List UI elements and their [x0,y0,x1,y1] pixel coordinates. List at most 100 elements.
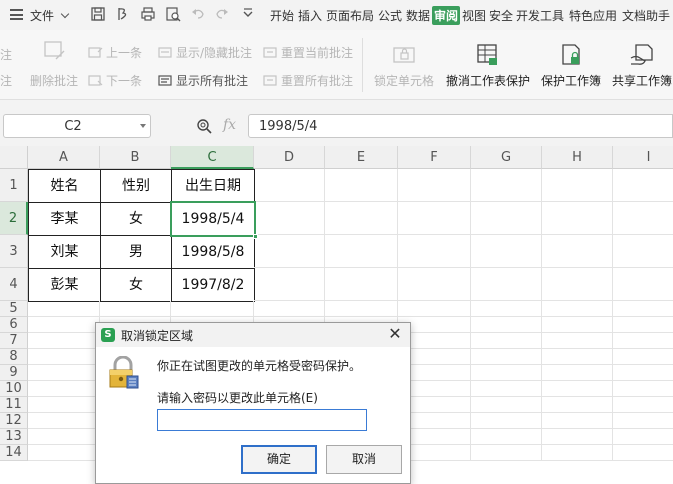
tab-developer[interactable]: 开发工具 [516,7,564,24]
cell-a14[interactable] [28,445,100,461]
cell-i3[interactable] [613,235,673,268]
cell-h11[interactable] [542,397,613,413]
zoom-icon[interactable] [196,118,213,135]
cell-g1[interactable] [471,169,542,202]
file-menu[interactable]: 文件 [30,7,70,24]
cell-c1[interactable]: 出生日期 [171,169,255,203]
cell-g2[interactable] [471,202,542,235]
show-hide-comment-button[interactable]: 显示/隐藏批注 [158,44,252,61]
share-workbook-button[interactable]: 共享工作簿 [612,42,672,89]
cell-h13[interactable] [542,429,613,445]
cell-e2[interactable] [325,202,398,235]
cell-i1[interactable] [613,169,673,202]
cell-i13[interactable] [613,429,673,445]
cell-a6[interactable] [28,317,100,333]
cell-h9[interactable] [542,365,613,381]
cell-c5[interactable] [171,301,254,317]
cell-e1[interactable] [325,169,398,202]
row-header-12[interactable]: 12 [0,413,28,429]
cell-a11[interactable] [28,397,100,413]
cell-g12[interactable] [471,413,542,429]
export-pdf-icon[interactable] [115,6,131,22]
tab-review[interactable]: 审阅 [432,6,461,25]
tab-data[interactable]: 数据 [406,7,430,24]
print-preview-icon[interactable] [165,6,181,22]
row-header-10[interactable]: 10 [0,381,28,397]
row-header-6[interactable]: 6 [0,317,28,333]
cell-d5[interactable] [254,301,325,317]
tab-view[interactable]: 视图 [462,7,486,24]
print-icon[interactable] [140,6,156,22]
password-input[interactable] [157,409,367,431]
cell-h7[interactable] [542,333,613,349]
reset-current-comment-button[interactable]: 重置当前批注 [263,44,353,61]
cell-b4[interactable]: 女 [100,268,172,302]
cell-a13[interactable] [28,429,100,445]
cell-a3[interactable]: 刘某 [28,235,101,269]
column-header-c[interactable]: C [171,146,254,169]
tab-home[interactable]: 开始 [270,7,294,24]
cell-a8[interactable] [28,349,100,365]
cell-h6[interactable] [542,317,613,333]
cell-h5[interactable] [542,301,613,317]
column-header-f[interactable]: F [398,146,471,169]
cell-h2[interactable] [542,202,613,235]
row-header-2[interactable]: 2 [0,202,28,235]
customize-dropdown-icon[interactable] [240,6,256,22]
cell-h10[interactable] [542,381,613,397]
row-header-4[interactable]: 4 [0,268,28,301]
cell-g8[interactable] [471,349,542,365]
cell-i7[interactable] [613,333,673,349]
save-icon[interactable] [90,6,106,22]
lock-cell-button[interactable]: 锁定单元格 [374,42,434,89]
column-header-b[interactable]: B [100,146,171,169]
cell-i11[interactable] [613,397,673,413]
cell-b1[interactable]: 性别 [100,169,172,203]
cell-g14[interactable] [471,445,542,461]
tab-special-apps[interactable]: 特色应用 [569,7,617,24]
cell-i6[interactable] [613,317,673,333]
ok-button[interactable]: 确定 [241,445,317,474]
cell-f5[interactable] [398,301,471,317]
unprotect-sheet-button[interactable]: 撤消工作表保护 [446,42,530,89]
cell-f2[interactable] [398,202,471,235]
cell-g7[interactable] [471,333,542,349]
fx-icon[interactable]: fx [223,117,236,133]
cell-b2[interactable]: 女 [100,202,172,236]
reset-all-comments-button[interactable]: 重置所有批注 [263,72,353,89]
row-header-7[interactable]: 7 [0,333,28,349]
row-header-14[interactable]: 14 [0,445,28,461]
row-header-8[interactable]: 8 [0,349,28,365]
cell-d4[interactable] [254,268,325,301]
cell-a2[interactable]: 李某 [28,202,101,236]
cell-f1[interactable] [398,169,471,202]
cell-a9[interactable] [28,365,100,381]
redo-icon[interactable] [214,6,230,22]
protect-workbook-button[interactable]: 保护工作簿 [541,42,601,89]
row-header-11[interactable]: 11 [0,397,28,413]
cell-a12[interactable] [28,413,100,429]
cell-i9[interactable] [613,365,673,381]
cell-i4[interactable] [613,268,673,301]
cancel-button[interactable]: 取消 [326,445,402,474]
column-header-a[interactable]: A [28,146,100,169]
prev-comment-button[interactable]: 上一条 [88,44,142,61]
cell-h1[interactable] [542,169,613,202]
cell-g6[interactable] [471,317,542,333]
cell-i12[interactable] [613,413,673,429]
column-header-e[interactable]: E [325,146,398,169]
cell-b5[interactable] [100,301,171,317]
cell-i2[interactable] [613,202,673,235]
cell-d3[interactable] [254,235,325,268]
row-header-9[interactable]: 9 [0,365,28,381]
cell-g3[interactable] [471,235,542,268]
row-header-5[interactable]: 5 [0,301,28,317]
cell-g10[interactable] [471,381,542,397]
cell-f3[interactable] [398,235,471,268]
undo-icon[interactable] [190,6,206,22]
column-header-i[interactable]: I [613,146,673,169]
cell-a5[interactable] [28,301,100,317]
column-header-g[interactable]: G [471,146,542,169]
cell-h12[interactable] [542,413,613,429]
tab-page-layout[interactable]: 页面布局 [326,7,374,24]
